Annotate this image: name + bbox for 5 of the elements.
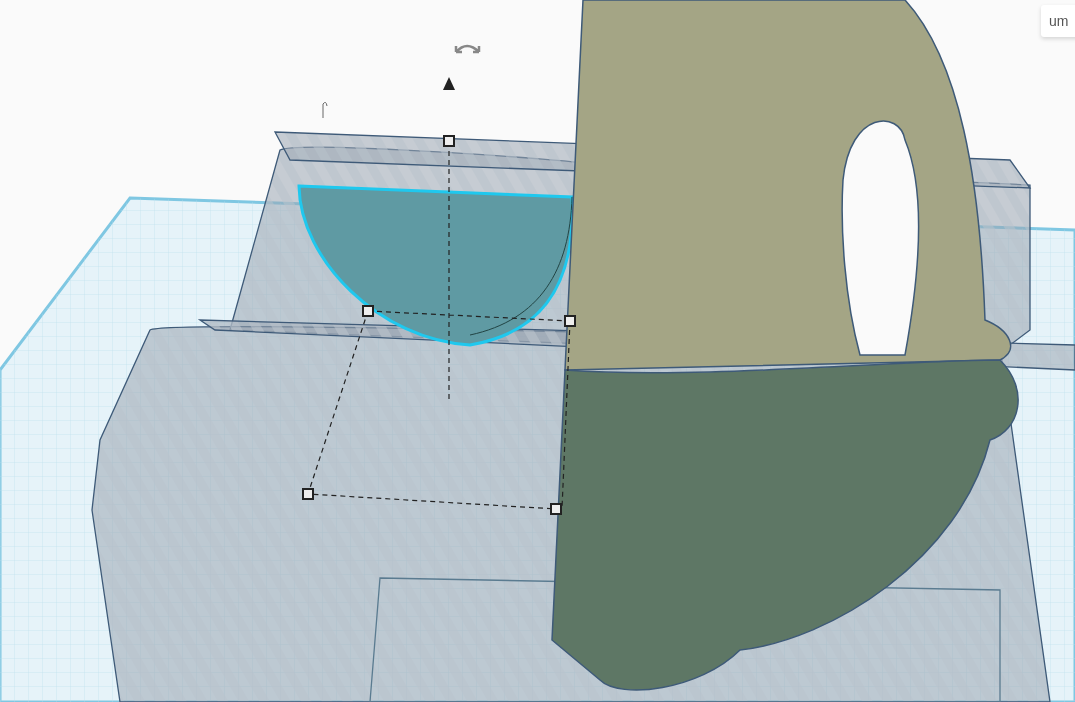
rotate-arrow-icon[interactable] <box>454 44 481 54</box>
selection-handles[interactable] <box>302 135 576 515</box>
half-cylinder-shape[interactable] <box>297 184 574 347</box>
units-button[interactable]: um <box>1041 5 1075 37</box>
lift-cone-icon[interactable] <box>443 77 455 90</box>
